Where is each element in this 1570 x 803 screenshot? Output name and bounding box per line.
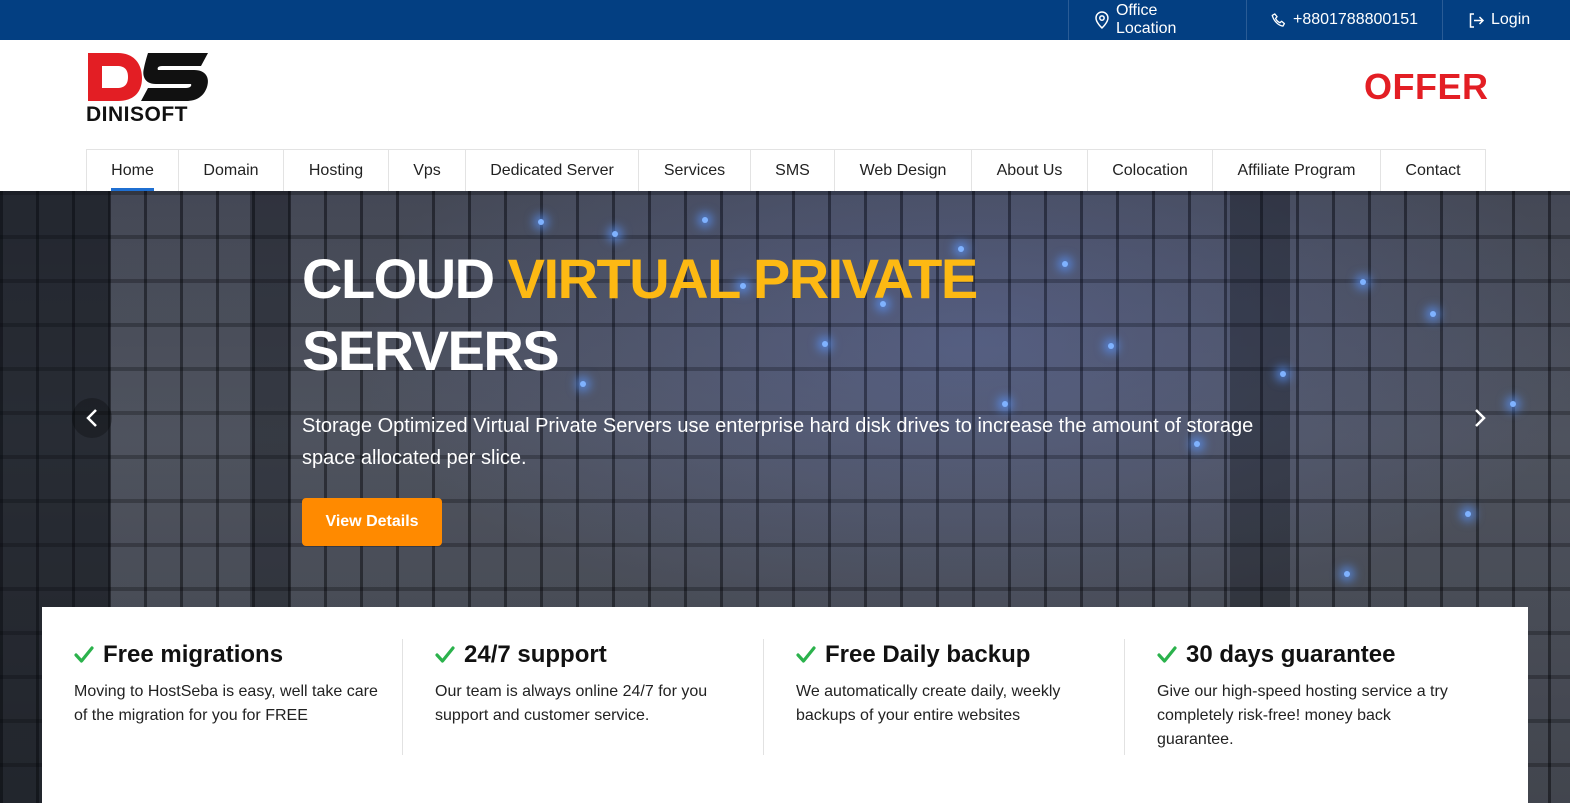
login-label: Login xyxy=(1491,11,1531,28)
nav-item-services[interactable]: Services xyxy=(639,150,751,191)
view-details-button[interactable]: View Details xyxy=(302,498,442,546)
phone-label: +8801788800151 xyxy=(1292,11,1418,28)
features-panel: Free migrations Moving to HostSeba is ea… xyxy=(42,607,1528,803)
main-nav: Home Domain Hosting Vps Dedicated Server… xyxy=(86,149,1486,191)
nav-item-dedicated-server[interactable]: Dedicated Server xyxy=(466,150,639,191)
nav-item-affiliate-program[interactable]: Affiliate Program xyxy=(1213,150,1381,191)
offer-link[interactable]: OFFER xyxy=(1364,66,1489,108)
feature-text: Give our high-speed hosting service a tr… xyxy=(1157,683,1448,748)
slider-next-button[interactable] xyxy=(1460,398,1500,438)
login-icon xyxy=(1469,12,1485,28)
feature-title: Free migrations xyxy=(103,641,284,668)
top-bar: Office Location +8801788800151 Login xyxy=(0,0,1570,40)
hero-title-part2: SERVERS xyxy=(302,319,560,382)
feature-text: Moving to HostSeba is easy, well take ca… xyxy=(74,683,378,724)
feature-support: 24/7 support Our team is always online 2… xyxy=(403,607,764,803)
checkmark-icon xyxy=(74,646,94,663)
nav-item-about-us[interactable]: About Us xyxy=(972,150,1088,191)
login-link[interactable]: Login xyxy=(1442,0,1570,40)
nav-item-colocation[interactable]: Colocation xyxy=(1088,150,1213,191)
chevron-left-icon xyxy=(86,409,97,427)
checkmark-icon xyxy=(435,646,455,663)
hero-title-part1: CLOUD xyxy=(302,247,508,310)
feature-title: Free Daily backup xyxy=(825,641,1031,668)
nav-item-vps[interactable]: Vps xyxy=(389,150,466,191)
nav-item-home[interactable]: Home xyxy=(87,150,179,191)
hero-title-accent: VIRTUAL PRIVATE xyxy=(507,247,979,310)
nav-item-contact[interactable]: Contact xyxy=(1381,150,1485,191)
nav-item-sms[interactable]: SMS xyxy=(751,150,835,191)
phone-icon xyxy=(1271,12,1286,27)
feature-text: We automatically create daily, weekly ba… xyxy=(796,683,1061,724)
slider-prev-button[interactable] xyxy=(72,398,112,438)
logo-text: DINISOFT xyxy=(86,103,188,126)
nav-item-hosting[interactable]: Hosting xyxy=(284,150,389,191)
nav-item-domain[interactable]: Domain xyxy=(179,150,284,191)
top-bar-links: Office Location +8801788800151 Login xyxy=(1068,0,1570,40)
feature-title: 30 days guarantee xyxy=(1186,641,1396,668)
hero-description: Storage Optimized Virtual Private Server… xyxy=(302,415,1254,469)
office-location-link[interactable]: Office Location xyxy=(1068,0,1246,40)
checkmark-icon xyxy=(796,646,816,663)
office-location-label: Office Location xyxy=(1115,2,1177,37)
feature-free-migrations: Free migrations Moving to HostSeba is ea… xyxy=(42,607,403,803)
feature-daily-backup: Free Daily backup We automatically creat… xyxy=(764,607,1125,803)
feature-title: 24/7 support xyxy=(464,641,607,668)
feature-text: Our team is always online 24/7 for you s… xyxy=(435,683,708,724)
chevron-right-icon xyxy=(1475,409,1486,427)
checkmark-icon xyxy=(1157,646,1177,663)
location-pin-icon xyxy=(1095,11,1109,29)
nav-item-web-design[interactable]: Web Design xyxy=(835,150,972,191)
feature-guarantee: 30 days guarantee Give our high-speed ho… xyxy=(1125,607,1486,803)
phone-link[interactable]: +8801788800151 xyxy=(1246,0,1442,40)
hero-title: CLOUD VIRTUAL PRIVATE SERVERS xyxy=(302,243,979,387)
